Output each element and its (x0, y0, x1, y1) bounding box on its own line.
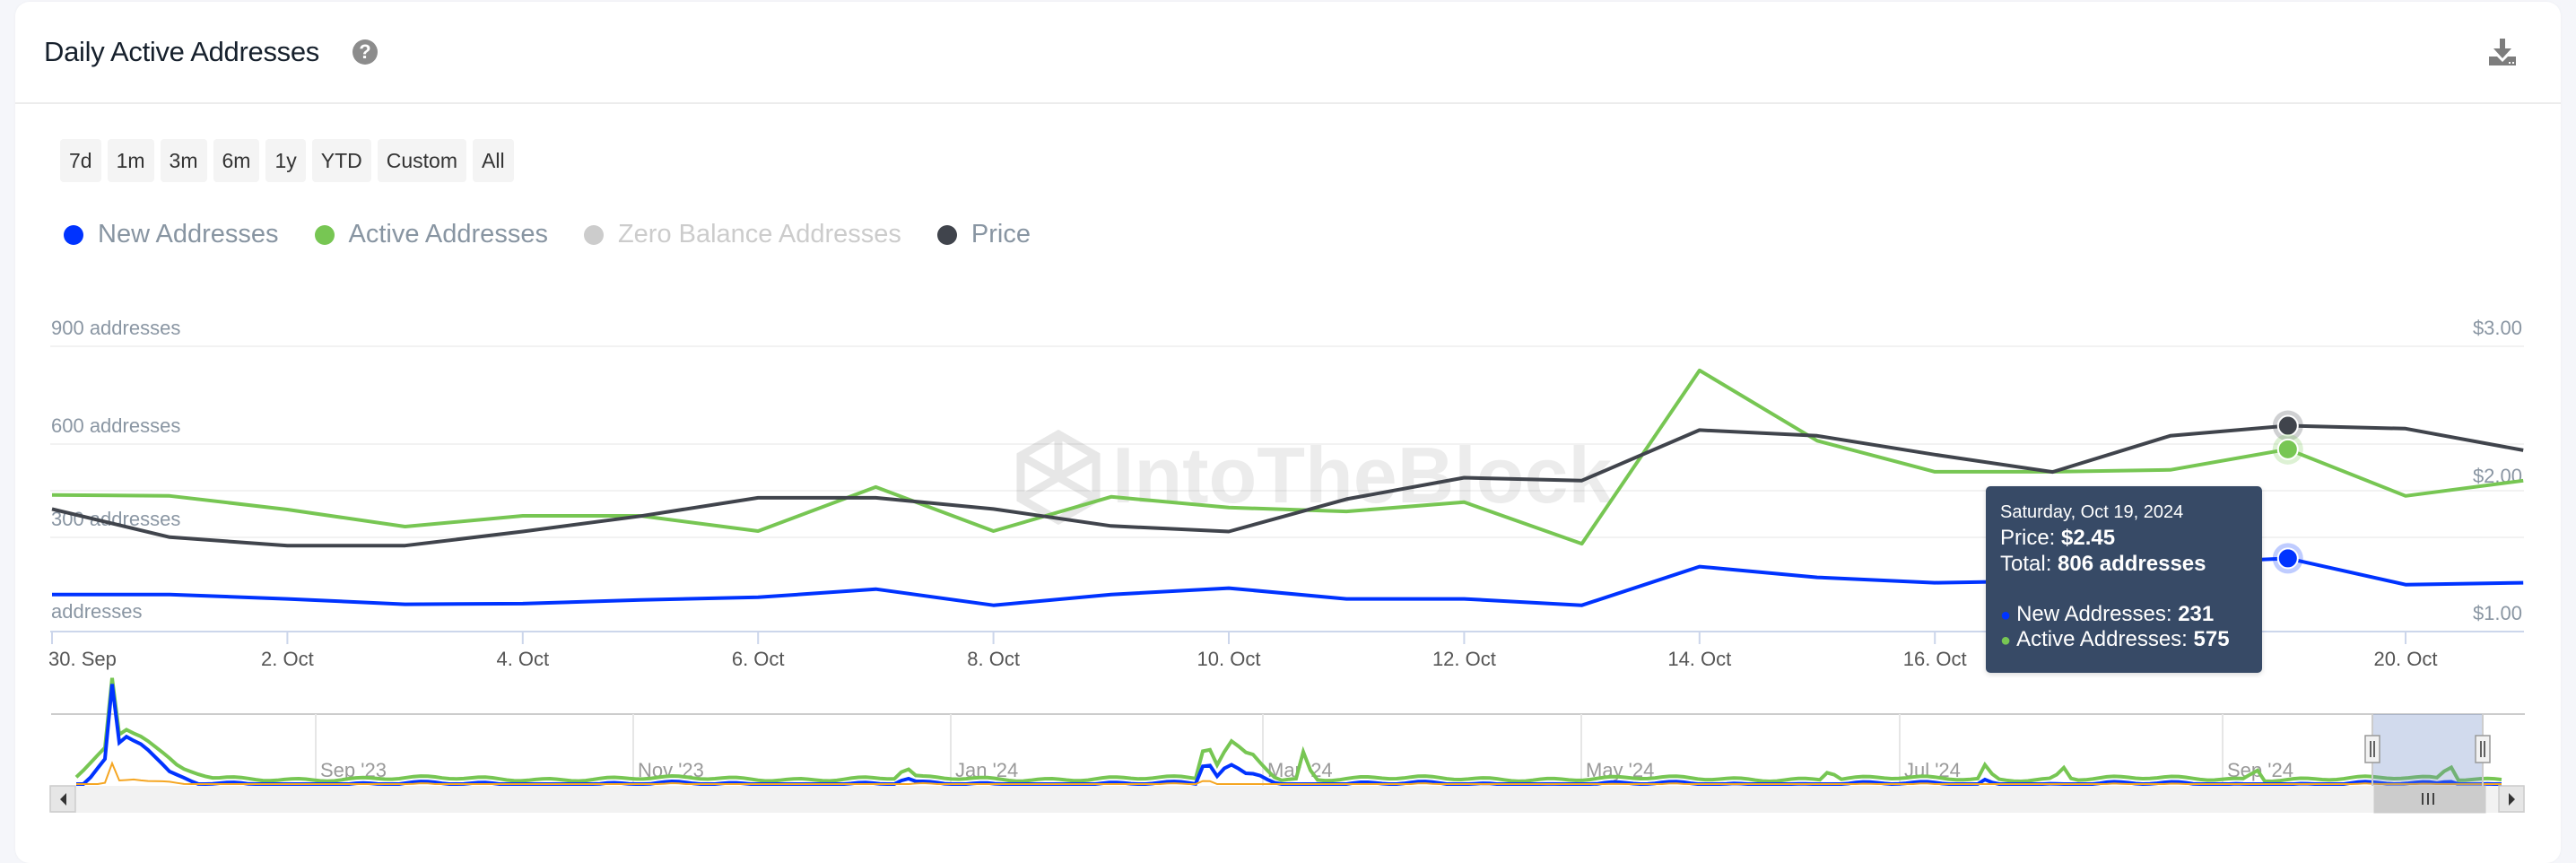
y-axis-right-tick-label: $1.00 (2473, 602, 2522, 624)
chart-tooltip: Saturday, Oct 19, 2024 Price: $2.45 Tota… (1986, 486, 2262, 673)
x-axis-tick-label: 4. Oct (496, 648, 549, 670)
hover-markers (2272, 410, 2303, 574)
y-axis-left-tick-label: 300 addresses (51, 508, 180, 530)
x-axis-tick-label: 20. Oct (2374, 648, 2438, 670)
tooltip-price: Price: $2.45 (2000, 526, 2115, 551)
tooltip-bullet-icon: ● (2000, 631, 2012, 650)
x-axis-tick-label: 30. Sep (48, 648, 117, 670)
hover-point-new-addresses (2276, 547, 2299, 570)
y-axis-left-tick-label: 600 addresses (51, 414, 180, 437)
y-axis-left-tick-label: 900 addresses (51, 317, 180, 339)
hover-point-price (2276, 414, 2299, 437)
tooltip-price-label: Price: (2000, 526, 2062, 550)
scrollbar-thumb[interactable] (2373, 785, 2486, 814)
x-axis-tick-label: 12. Oct (1432, 648, 1496, 670)
x-axis-tick-label: 14. Oct (1667, 648, 1731, 670)
tooltip-series-new: ● New Addresses: 231 (2000, 602, 2214, 627)
tooltip-bullet-icon: ● (2000, 606, 2012, 625)
navigator-handle-right[interactable] (2475, 735, 2491, 763)
tooltip-total: Total: 806 addresses (2000, 552, 2206, 577)
tooltip-price-value: $2.45 (2061, 526, 2116, 550)
tooltip-total-value: 806 addresses (2058, 552, 2206, 576)
watermark-text: IntoTheBlock (1112, 431, 1613, 519)
tooltip-series-value: 231 (2178, 602, 2215, 626)
scrollbar-track[interactable] (51, 786, 2525, 813)
chart-canvas: IntoTheBlock addresses 300 addresses 600 a… (48, 317, 2525, 814)
tooltip-date: Saturday, Oct 19, 2024 (2000, 502, 2184, 522)
navigator[interactable]: Sep '23 Nov '23 Jan '24 Mar '24 May '24 Jul '… (49, 677, 2525, 814)
x-axis-tick-label: 6. Oct (732, 648, 785, 670)
x-axis-tick-label: 8. Oct (967, 648, 1020, 670)
tooltip-series-active: ● Active Addresses: 575 (2000, 627, 2230, 652)
tooltip-series-label: New Addresses: (2016, 602, 2179, 626)
y-axis-left-tick-label: addresses (51, 600, 143, 623)
tooltip-series-label: Active Addresses: (2016, 627, 2194, 651)
tooltip-series-value: 575 (2193, 627, 2230, 651)
x-axis-tick-label: 16. Oct (1903, 648, 1967, 670)
hover-point-active-addresses (2276, 438, 2299, 460)
tooltip-total-label: Total: (2000, 552, 2058, 576)
navigator-selected-range[interactable] (2372, 714, 2483, 786)
x-axis-tick-label: 10. Oct (1197, 648, 1261, 670)
x-axis-tick-label: 2. Oct (261, 648, 314, 670)
navigator-handle-left[interactable] (2364, 735, 2380, 763)
y-axis-right-tick-label: $3.00 (2473, 317, 2522, 339)
